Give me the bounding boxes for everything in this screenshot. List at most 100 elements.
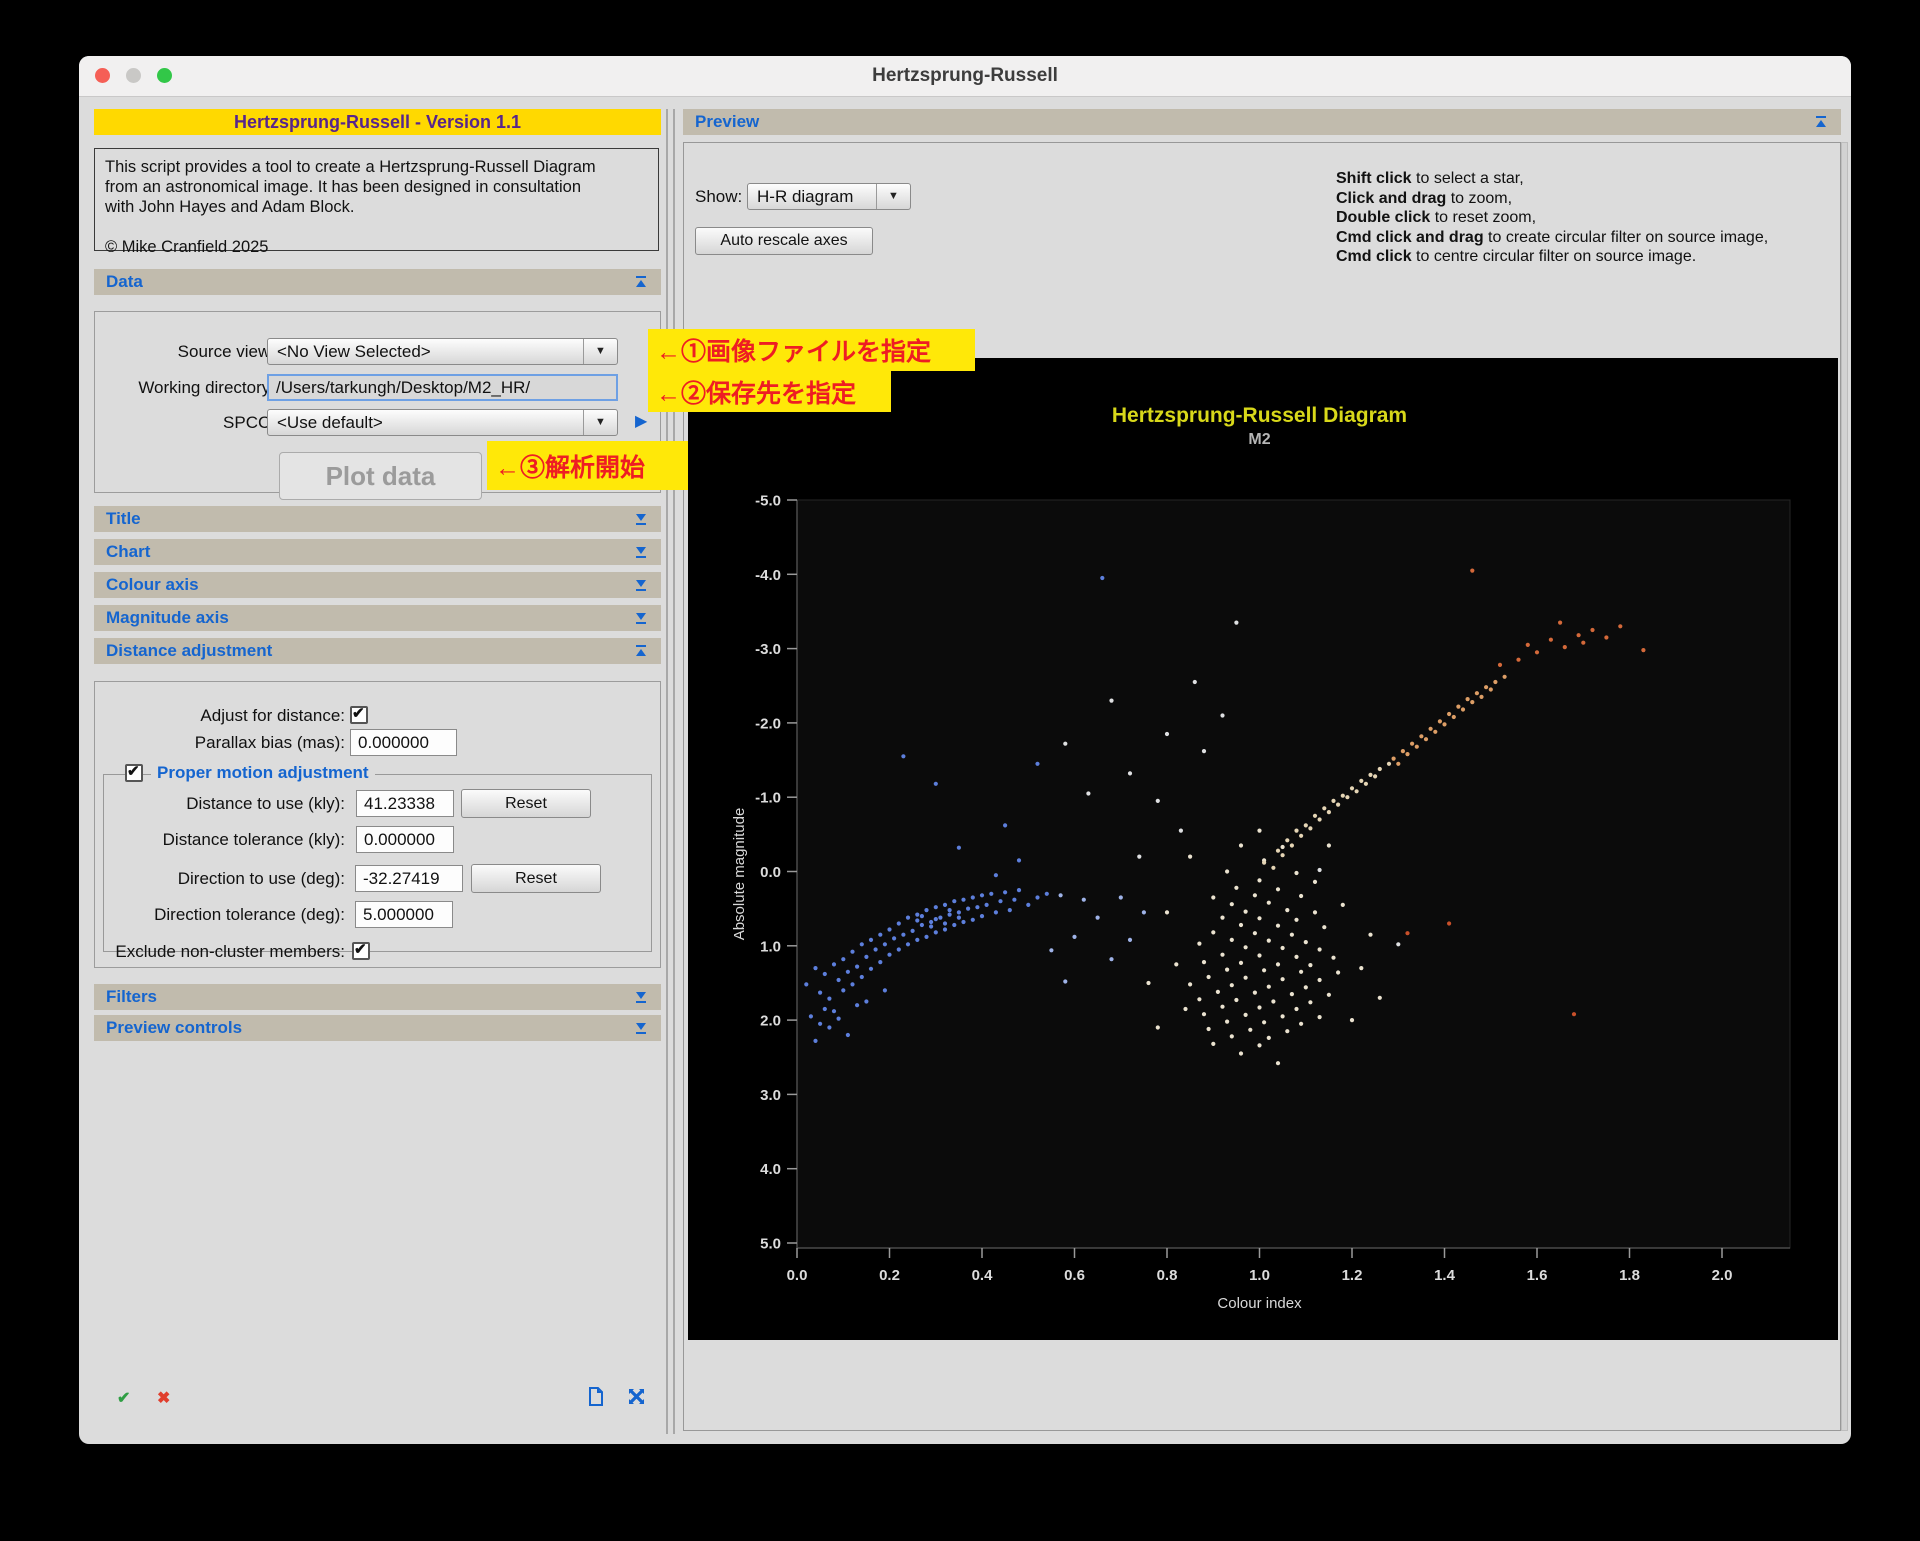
expand-section-icon[interactable] [635, 513, 647, 525]
section-bar-preview-controls[interactable]: Preview controls [94, 1015, 661, 1041]
hr-diagram-chart[interactable]: Hertzsprung-Russell Diagram M2 Colour inde… [688, 358, 1838, 1340]
parallax-bias-label: Parallax bias (mas): [194, 733, 345, 752]
new-instance-document-icon[interactable] [588, 1387, 604, 1406]
instruction-line: Cmd click to centre circular filter on s… [1336, 248, 1697, 265]
instruction-line: Shift click to select a star, [1336, 170, 1524, 187]
section-label: Title [106, 509, 141, 528]
check-icon: ✔ [127, 763, 140, 780]
section-label: Colour axis [106, 575, 199, 594]
chevron-down-icon: ▼ [583, 339, 617, 364]
expand-section-icon[interactable] [635, 579, 647, 591]
svg-text:1.2: 1.2 [1342, 1267, 1363, 1284]
section-bar-colour-axis[interactable]: Colour axis [94, 572, 661, 598]
collapse-section-icon[interactable] [635, 645, 647, 657]
spcc-label: SPCC: [223, 413, 275, 432]
annotation-3: ←③解析開始 [487, 441, 688, 490]
distance-tolerance-input[interactable] [356, 826, 454, 853]
proper-motion-legend: Proper motion adjustment [151, 763, 375, 783]
expand-section-icon[interactable] [635, 991, 647, 1003]
plot-data-button[interactable]: Plot data [279, 452, 482, 500]
svg-text:M2: M2 [1248, 431, 1270, 448]
auto-rescale-axes-button[interactable]: Auto rescale axes [695, 227, 873, 255]
section-label: Magnitude axis [106, 608, 229, 627]
direction-tolerance-input[interactable] [355, 901, 453, 928]
direction-tolerance-label: Direction tolerance (deg): [154, 905, 345, 924]
panel-splitter[interactable] [673, 109, 675, 1434]
parallax-bias-input[interactable] [350, 729, 457, 756]
svg-text:-3.0: -3.0 [755, 641, 781, 658]
direction-reset-button[interactable]: Reset [471, 864, 601, 893]
svg-text:Absolute magnitude: Absolute magnitude [731, 808, 748, 941]
expand-section-icon[interactable] [635, 1022, 647, 1034]
instruction-line: Click and drag to zoom, [1336, 189, 1513, 207]
source-view-dropdown[interactable]: <No View Selected> ▼ [267, 338, 618, 365]
collapse-section-icon[interactable] [635, 276, 647, 288]
expand-section-icon[interactable] [635, 612, 647, 624]
about-line: This script provides a tool to create a … [105, 158, 596, 176]
section-label: Chart [106, 542, 151, 561]
expand-section-icon[interactable] [635, 546, 647, 558]
section-label: Filters [106, 987, 158, 1006]
spcc-dropdown[interactable]: <Use default> ▼ [267, 409, 618, 436]
svg-text:-2.0: -2.0 [755, 715, 781, 732]
about-text: This script provides a tool to create a … [94, 148, 659, 256]
svg-text:0.6: 0.6 [1064, 1267, 1085, 1284]
svg-text:0.0: 0.0 [760, 864, 781, 881]
app-window: Hertzsprung-Russell Hertzsprung-Russell … [79, 56, 1851, 1444]
distance-reset-button[interactable]: Reset [461, 789, 591, 818]
svg-text:1.8: 1.8 [1619, 1267, 1640, 1284]
section-bar-chart[interactable]: Chart [94, 539, 661, 565]
proper-motion-checkbox[interactable]: ✔ [125, 763, 143, 782]
check-icon: ✔ [354, 941, 367, 958]
section-bar-preview[interactable]: Preview [683, 109, 1841, 135]
direction-to-use-label: Direction to use (deg): [177, 869, 345, 888]
chart-canvas[interactable]: Hertzsprung-Russell Diagram M2 Colour inde… [688, 358, 1838, 1340]
svg-text:Colour index: Colour index [1217, 1295, 1302, 1312]
section-bar-magnitude-axis[interactable]: Magnitude axis [94, 605, 661, 631]
svg-text:1.6: 1.6 [1527, 1267, 1548, 1284]
adjust-for-distance-checkbox[interactable]: ✔ [350, 705, 368, 724]
annotation-2: ←②保存先を指定 [648, 371, 891, 412]
svg-text:-5.0: -5.0 [755, 493, 781, 510]
chevron-down-icon: ▼ [876, 184, 910, 209]
instruction-line: Double click to reset zoom, [1336, 209, 1537, 226]
window-title: Hertzsprung-Russell [872, 65, 1058, 86]
section-label: Distance adjustment [106, 641, 273, 660]
mouse-instructions: Shift click to select a star, Click and d… [1336, 169, 1768, 267]
svg-text:2.0: 2.0 [1712, 1267, 1733, 1284]
section-bar-distance-adjustment[interactable]: Distance adjustment [94, 638, 661, 664]
working-directory-label: Working directory: [138, 378, 275, 397]
svg-text:0.8: 0.8 [1157, 1267, 1178, 1284]
svg-text:-1.0: -1.0 [755, 790, 781, 807]
svg-text:5.0: 5.0 [760, 1236, 781, 1253]
show-value: H-R diagram [757, 187, 854, 206]
reset-cross-icon[interactable] [628, 1388, 645, 1405]
exclude-non-cluster-checkbox[interactable]: ✔ [352, 941, 370, 960]
cancel-cross-icon[interactable]: ✖ [157, 1388, 170, 1408]
section-bar-data[interactable]: Data [94, 269, 661, 295]
panel-splitter[interactable] [666, 109, 668, 1434]
chevron-down-icon: ▼ [583, 410, 617, 435]
ok-check-icon[interactable]: ✔ [117, 1388, 130, 1408]
title-bar[interactable]: Hertzsprung-Russell [79, 56, 1851, 97]
source-view-value: <No View Selected> [277, 342, 431, 361]
instruction-line: Cmd click and drag to create circular fi… [1336, 228, 1769, 246]
section-bar-filters[interactable]: Filters [94, 984, 661, 1010]
show-label: Show: [695, 187, 743, 206]
svg-text:2.0: 2.0 [760, 1013, 781, 1030]
spcc-play-icon[interactable]: ▶ [635, 411, 647, 431]
section-label: Data [106, 272, 143, 291]
collapse-section-icon[interactable] [1815, 116, 1827, 128]
distance-to-use-input[interactable] [356, 790, 454, 817]
about-line: from an astronomical image. It has been … [105, 178, 582, 196]
working-directory-input[interactable] [267, 374, 618, 401]
annotation-1: ←①画像ファイルを指定 [648, 329, 975, 371]
svg-text:1.0: 1.0 [1249, 1267, 1270, 1284]
show-dropdown[interactable]: H-R diagram ▼ [747, 183, 911, 210]
section-bar-title[interactable]: Title [94, 506, 661, 532]
exclude-non-cluster-label: Exclude non-cluster members: [115, 942, 345, 961]
distance-to-use-label: Distance to use (kly): [186, 794, 345, 813]
source-view-label: Source view: [177, 342, 275, 361]
vertical-scrollbar[interactable] [1841, 142, 1848, 1431]
direction-to-use-input[interactable] [355, 865, 463, 892]
